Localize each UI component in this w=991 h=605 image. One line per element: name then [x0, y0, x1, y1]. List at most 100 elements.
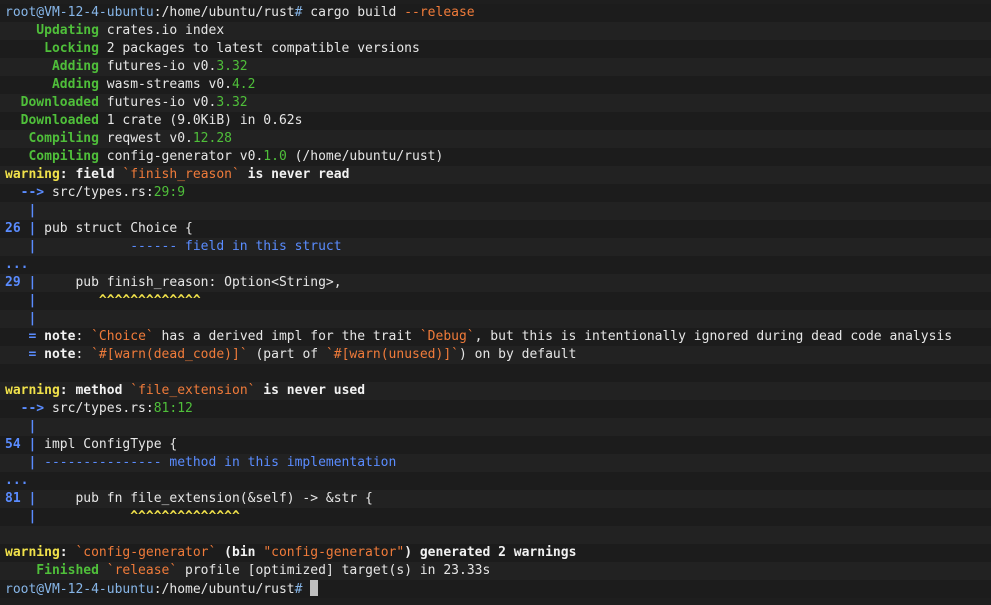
terminal-text: root@VM-12-4-ubuntu [5, 582, 154, 597]
terminal-line: 54 | impl ConfigType { [0, 436, 991, 454]
terminal-text: Downloaded [5, 113, 107, 128]
terminal-text: warning [5, 545, 60, 560]
terminal-line: | ------ field in this struct [0, 238, 991, 256]
terminal-text: 3.32 [216, 59, 248, 74]
terminal-text: 81 | [5, 491, 45, 506]
terminal-line: | ^^^^^^^^^^^^^ [0, 292, 991, 310]
terminal-text: warning [5, 383, 60, 398]
terminal-text: 1.0 [263, 149, 287, 164]
terminal-text: wasm-streams v0. [106, 77, 232, 92]
terminal-line: Adding wasm-streams v0.4.2 [0, 76, 991, 94]
terminal-text: 81:12 [153, 401, 193, 416]
terminal-text: 9.0KiB [177, 113, 225, 128]
terminal-text: (/home/ubuntu/rust) [286, 149, 444, 164]
terminal-text: `#[warn(dead_code)]` [91, 347, 248, 362]
terminal-line: warning: field `finish_reason` is never … [0, 166, 991, 184]
terminal-line: ... [0, 472, 991, 490]
terminal-cursor [310, 580, 319, 596]
terminal-text: | [5, 293, 37, 308]
terminal-line: = note: `Choice` has a derived impl for … [0, 328, 991, 346]
terminal-line: warning: `config-generator` (bin "config… [0, 544, 991, 562]
terminal-text: reqwest v0. [106, 131, 193, 146]
terminal-line: Downloaded futures-io v0.3.32 [0, 94, 991, 112]
terminal-text: : method [59, 383, 131, 398]
terminal-text: is never used [255, 383, 366, 398]
terminal-text: note [44, 347, 76, 362]
terminal-text: Updating [5, 23, 107, 38]
terminal-text: --release [404, 5, 475, 20]
terminal-text: `Debug` [419, 329, 475, 344]
terminal-text: ... [5, 473, 29, 488]
terminal-text: `file_extension` [130, 383, 256, 398]
terminal-line: 81 | pub fn file_extension(&self) -> &st… [0, 490, 991, 508]
terminal-text: Adding [5, 59, 107, 74]
terminal-text: ) generated 2 warnings [404, 545, 577, 560]
terminal-text: (bin [216, 545, 264, 560]
terminal-text: --------------- method in this implement… [36, 455, 397, 470]
terminal-text: futures-io v0. [106, 95, 217, 110]
terminal-text: `release` [106, 563, 178, 578]
terminal-line: ... [0, 256, 991, 274]
terminal-text: pub finish_reason: Option<String>, [44, 275, 342, 290]
terminal-text: src/types.rs: [51, 185, 154, 200]
terminal-text: : [75, 329, 92, 344]
terminal-text: :/home/ubuntu/rust [153, 5, 295, 20]
terminal-text: 4.2 [231, 77, 256, 92]
terminal-text: futures-io v0. [106, 59, 217, 74]
terminal-text: `finish_reason` [122, 167, 240, 182]
terminal-text: :/home/ubuntu/rust [153, 582, 295, 597]
terminal-text: config-generator v0. [106, 149, 264, 164]
terminal-text: "config-generator" [263, 545, 405, 560]
terminal-text: | [5, 455, 37, 470]
terminal-line: Compiling config-generator v0.1.0 (/home… [0, 148, 991, 166]
terminal-line: root@VM-12-4-ubuntu:/home/ubuntu/rust# [0, 580, 991, 598]
terminal-text: Locking [5, 41, 107, 56]
terminal-line: --> src/types.rs:29:9 [0, 184, 991, 202]
terminal-line: | [0, 418, 991, 436]
terminal-text: `config-generator` [75, 545, 217, 560]
terminal-text: ^^^^^^^^^^^^^^ [36, 509, 240, 524]
terminal-text: pub struct Choice { [44, 221, 193, 236]
terminal-window[interactable]: root@VM-12-4-ubuntu:/home/ubuntu/rust# c… [0, 0, 991, 605]
terminal-line: Downloaded 1 crate (9.0KiB) in 0.62s [0, 112, 991, 130]
terminal-text: | [5, 509, 37, 524]
terminal-text: 3.32 [216, 95, 248, 110]
terminal-text: Finished [5, 563, 107, 578]
terminal-text: --> [5, 401, 52, 416]
terminal-text: is never read [239, 167, 350, 182]
terminal-text: = [5, 347, 45, 362]
terminal-text: : field [59, 167, 123, 182]
terminal-text: cargo build [310, 5, 405, 20]
terminal-line: | [0, 202, 991, 220]
terminal-text: ... [5, 257, 29, 272]
terminal-line [0, 364, 991, 382]
terminal-text: warning [5, 167, 60, 182]
terminal-text: 29:9 [153, 185, 186, 200]
terminal-line: root@VM-12-4-ubuntu:/home/ubuntu/rust# c… [0, 4, 991, 22]
terminal-text: crates.io index [106, 23, 225, 38]
terminal-text: # [294, 582, 311, 597]
terminal-text: = [5, 329, 45, 344]
terminal-text: 12.28 [192, 131, 232, 146]
terminal-text: has a derived impl for the trait [153, 329, 420, 344]
terminal-line: | --------------- method in this impleme… [0, 454, 991, 472]
terminal-text: (part of [247, 347, 326, 362]
terminal-text: | [5, 203, 37, 218]
terminal-text: Downloaded [5, 95, 107, 110]
terminal-line: 26 | pub struct Choice { [0, 220, 991, 238]
terminal-line: 29 | pub finish_reason: Option<String>, [0, 274, 991, 292]
terminal-line: warning: method `file_extension` is neve… [0, 382, 991, 400]
terminal-text: pub fn file_extension(&self) -> &str { [44, 491, 373, 506]
terminal-text: `#[warn(unused)]` [325, 347, 459, 362]
terminal-text: `Choice` [91, 329, 154, 344]
terminal-text: optimized [255, 563, 326, 578]
terminal-text: root@VM-12-4-ubuntu [5, 5, 154, 20]
terminal-text: : [59, 545, 76, 560]
terminal-text: 26 | [5, 221, 45, 236]
terminal-text: ] target(s) in 23.33s [325, 563, 491, 578]
terminal-line [0, 526, 991, 544]
terminal-text: Compiling [5, 131, 107, 146]
terminal-line: Finished `release` profile [optimized] t… [0, 562, 991, 580]
terminal-text: impl ConfigType { [44, 437, 178, 452]
terminal-text: 1 crate ( [106, 113, 178, 128]
